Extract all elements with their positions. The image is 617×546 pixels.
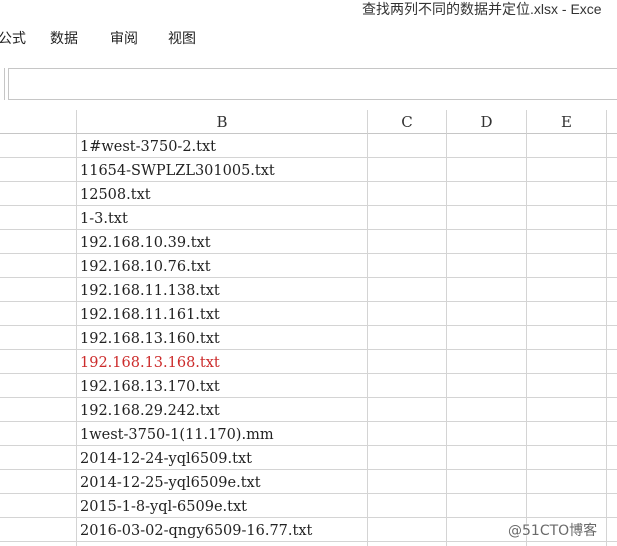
column-header-b[interactable]: B [77,110,368,134]
column-header-d[interactable]: D [447,110,527,134]
column-header-f[interactable] [607,110,617,134]
grid-line [446,134,447,546]
grid-line [76,134,77,546]
name-box-edge[interactable] [0,68,5,100]
cell-b-row-1[interactable]: 1#west-3750-2.txt [80,134,216,158]
cell-b-row-11[interactable]: 192.168.13.170.txt [80,374,220,398]
cell-b-row-13[interactable]: 1west-3750-1(11.170).mm [80,422,274,446]
cell-b-row-4[interactable]: 1-3.txt [80,206,128,230]
tab-formulas[interactable]: 公式 [0,28,26,48]
cell-b-row-15[interactable]: 2014-12-25-yql6509e.txt [80,470,261,494]
column-header-e[interactable]: E [527,110,607,134]
watermark: @51CTO博客 [508,523,598,539]
cell-b-row-9[interactable]: 192.168.13.160.txt [80,326,220,350]
grid-line [606,134,607,546]
cell-b-row-7[interactable]: 192.168.11.138.txt [80,278,220,302]
cell-b-row-10-highlighted[interactable]: 192.168.13.168.txt [80,350,220,374]
cell-b-row-8[interactable]: 192.168.11.161.txt [80,302,220,326]
tab-review[interactable]: 审阅 [110,28,138,48]
column-header-c[interactable]: C [368,110,447,134]
row-header-corner[interactable] [0,110,77,134]
formula-bar [0,68,617,104]
title-bar: 查找两列不同的数据并定位.xlsx - Exce [0,0,617,20]
ribbon-tab-bar: 公式 数据 审阅 视图 [0,20,617,60]
cell-b-row-12[interactable]: 192.168.29.242.txt [80,398,220,422]
grid-line [526,134,527,546]
cell-b-row-16[interactable]: 2015-1-8-yql-6509e.txt [80,494,247,518]
cell-b-row-5[interactable]: 192.168.10.39.txt [80,230,211,254]
cell-b-row-17[interactable]: 2016-03-02-qngy6509-16.77.txt [80,518,312,542]
grid-line [367,134,368,546]
cell-b-row-14[interactable]: 2014-12-24-yql6509.txt [80,446,252,470]
cell-b-row-2[interactable]: 11654-SWPLZL301005.txt [80,158,275,182]
cell-b-row-6[interactable]: 192.168.10.76.txt [80,254,211,278]
formula-input[interactable] [8,68,617,100]
cell-b-row-3[interactable]: 12508.txt [80,182,151,206]
tab-data[interactable]: 数据 [50,28,78,48]
window-title: 查找两列不同的数据并定位.xlsx - Exce [362,1,602,17]
tab-view[interactable]: 视图 [168,28,196,48]
